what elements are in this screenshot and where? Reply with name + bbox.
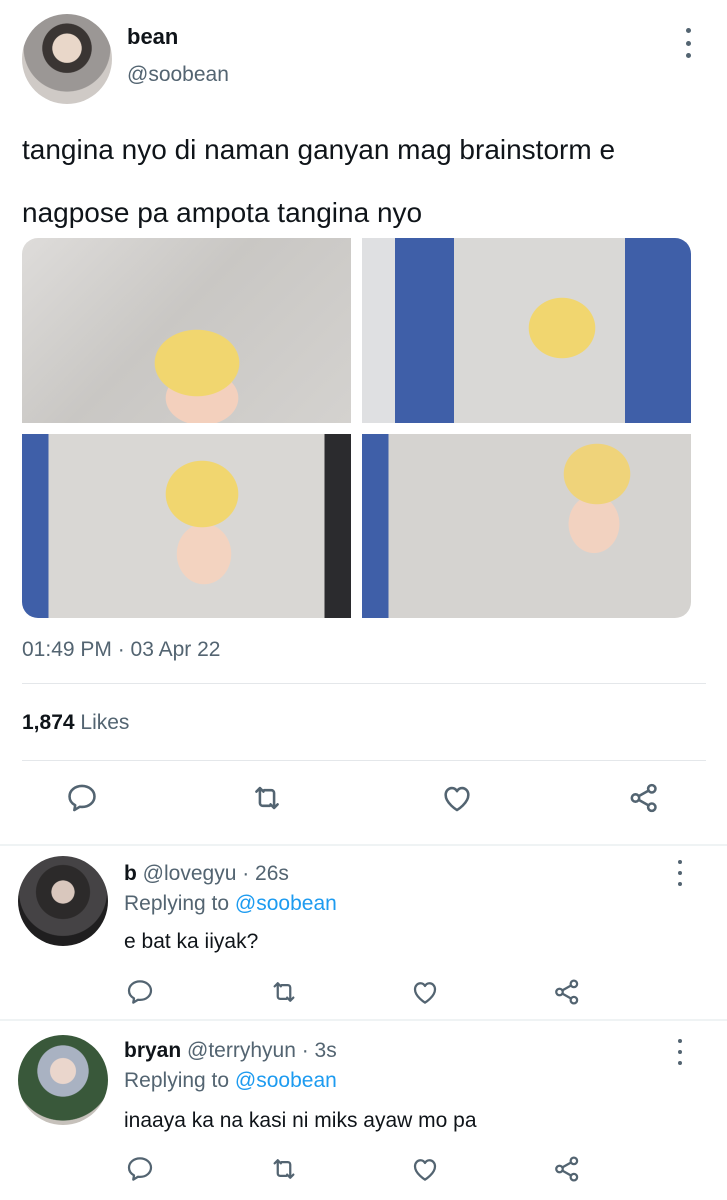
more-vertical-icon[interactable] [676, 28, 700, 58]
share-icon[interactable] [549, 974, 585, 1010]
reply-text: e bat ka iiyak? [124, 930, 259, 953]
heart-icon[interactable] [439, 780, 475, 816]
heart-icon[interactable] [407, 974, 443, 1010]
replying-to: Replying to @soobean [124, 1069, 337, 1093]
reply-text: inaaya ka na kasi ni miks ayaw mo pa [124, 1109, 477, 1132]
reply-author-handle[interactable]: @terryhyun [187, 1039, 296, 1062]
replying-to: Replying to @soobean [124, 892, 337, 916]
reply-time: · 3s [301, 1039, 337, 1062]
author-handle[interactable]: @soobean [127, 63, 229, 87]
likes-count[interactable]: 1,874 Likes [22, 711, 129, 735]
reply-actions [0, 974, 727, 1018]
replying-prefix: Replying to [124, 892, 230, 915]
tweet-timestamp[interactable]: 01:49 PM · 03 Apr 22 [22, 638, 220, 662]
reply-time: · 26s [242, 862, 289, 885]
divider [22, 760, 706, 761]
photo-2[interactable] [362, 238, 691, 423]
reply-icon[interactable] [64, 780, 100, 816]
tweet-detail-page: bean @soobean tangina nyo di naman ganya… [0, 0, 727, 1200]
photo-1[interactable] [22, 238, 351, 423]
photo-3[interactable] [22, 434, 351, 618]
tweet-text: tangina nyo di naman ganyan mag brainsto… [22, 118, 702, 244]
share-icon[interactable] [626, 780, 662, 816]
replying-mention-link[interactable]: @soobean [235, 1069, 337, 1092]
reply-author-name[interactable]: b [124, 862, 137, 885]
avatar[interactable] [22, 14, 112, 104]
reply-icon[interactable] [122, 1151, 158, 1187]
likes-label: Likes [80, 711, 130, 734]
reply-meta: b @lovegyu · 26s [124, 862, 289, 886]
reply-actions [0, 1151, 727, 1195]
photo-4[interactable] [362, 434, 691, 618]
likes-number: 1,874 [22, 711, 75, 734]
more-vertical-icon[interactable] [668, 860, 692, 886]
replying-mention-link[interactable]: @soobean [235, 892, 337, 915]
more-vertical-icon[interactable] [668, 1039, 692, 1065]
reply-item[interactable]: b @lovegyu · 26s Replying to @soobean e … [0, 846, 727, 1018]
tweet-header: bean @soobean [0, 0, 727, 110]
tweet-text-line: nagpose pa ampota tangina nyo [22, 197, 423, 228]
tweet-text-line: tangina nyo di naman ganyan mag brainsto… [22, 134, 616, 165]
divider [22, 683, 706, 684]
share-icon[interactable] [549, 1151, 585, 1187]
reply-author-handle[interactable]: @lovegyu [143, 862, 237, 885]
replying-prefix: Replying to [124, 1069, 230, 1092]
retweet-icon[interactable] [266, 1151, 302, 1187]
avatar[interactable] [18, 856, 108, 946]
retweet-icon[interactable] [249, 780, 285, 816]
reply-meta: bryan @terryhyun · 3s [124, 1039, 337, 1063]
reply-item[interactable]: bryan @terryhyun · 3s Replying to @soobe… [0, 1021, 727, 1200]
author-name[interactable]: bean [127, 24, 178, 50]
reply-icon[interactable] [122, 974, 158, 1010]
reply-author-name[interactable]: bryan [124, 1039, 181, 1062]
photo-grid [22, 238, 691, 618]
retweet-icon[interactable] [266, 974, 302, 1010]
tweet-actions [0, 780, 727, 824]
heart-icon[interactable] [407, 1151, 443, 1187]
avatar[interactable] [18, 1035, 108, 1125]
